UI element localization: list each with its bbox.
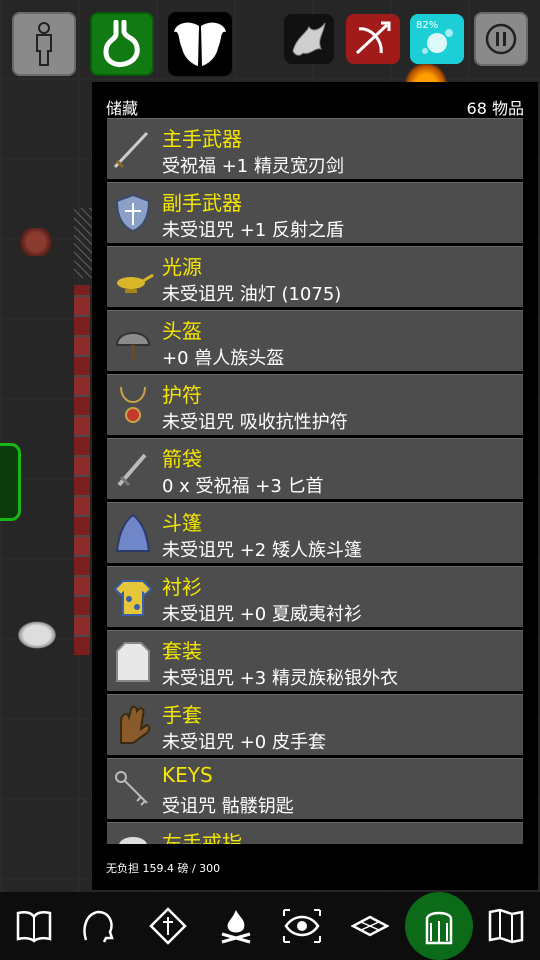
item-description: +0 兽人族头盔 [162,348,285,369]
inventory-item-light-source[interactable]: 光源 未受诅咒 油灯 (1075) [107,246,523,307]
inventory-title: 储藏 [106,99,139,118]
inventory-item-amulet[interactable]: 护符 未受诅咒 吸收抗性护符 [107,374,523,435]
pause-button[interactable] [474,12,528,66]
shirt-icon [111,575,155,619]
item-slot-label: 光源 [162,255,202,279]
item-description: 未受诅咒 +0 夏威夷衬衫 [162,604,362,625]
monster-sprite [18,228,54,256]
bones-pile [16,620,58,650]
map-layer-button[interactable] [348,904,392,948]
polymorph-status-button[interactable] [284,14,334,64]
item-description: 0 x 受祝福 +3 匕首 [162,476,324,497]
gloves-icon [111,703,155,747]
inventory-item-helmet[interactable]: 头盔 +0 兽人族头盔 [107,310,523,371]
character-button[interactable] [12,12,76,76]
compass-icon [149,907,187,945]
item-slot-label: 衬衫 [162,575,202,599]
bow-arrow-icon [355,21,391,55]
inventory-button[interactable] [405,892,473,960]
item-description: 未受诅咒 吸收抗性护符 [162,412,348,433]
item-description: 未受诅咒 +1 反射之盾 [162,220,344,241]
ring-icon [111,831,155,844]
inventory-item-main-hand[interactable]: 主手武器 受祝福 +1 精灵宽刃剑 [107,118,523,179]
backpack-icon [425,911,453,945]
amulet-icon [111,383,155,427]
look-button[interactable] [280,904,324,948]
inventory-item-keys[interactable]: KEYS 受诅咒 骷髅钥匙 [107,758,523,819]
lamp-icon [111,255,155,299]
item-description: 未受诅咒 油灯 (1075) [162,284,342,305]
encumbrance-status: 无负担 159.4 磅 / 300 [106,862,221,875]
wings-icon [174,22,226,66]
inventory-item-gloves[interactable]: 手套 未受诅咒 +0 皮手套 [107,694,523,755]
item-description: 未受诅咒 +0 皮手套 [162,732,326,753]
item-slot-label: 箭袋 [162,447,202,471]
item-description: 未受诅咒 +3 精灵族秘银外衣 [162,668,398,689]
dragon-icon [292,22,326,56]
sword-icon [111,127,155,171]
dungeon-map-button[interactable] [484,904,528,948]
open-door [0,443,21,521]
item-description: 未受诅咒 +2 矮人族斗篷 [162,540,362,561]
spellbook-button[interactable] [12,904,56,948]
layers-icon [351,915,389,937]
item-slot-label: 左手戒指 [162,831,242,844]
item-description: 受诅咒 骷髅钥匙 [162,796,294,817]
item-slot-label: 头盔 [162,319,202,343]
helmet-icon [111,319,155,363]
battery-percent: 82% [416,20,439,31]
eye-icon [283,909,321,943]
item-slot-label: 护符 [162,383,202,407]
map-icon [488,908,524,944]
inventory-header: 储藏 68 物品 [106,96,524,118]
inventory-item-off-hand[interactable]: 副手武器 未受诅咒 +1 反射之盾 [107,182,523,243]
inventory-count: 68 物品 [466,99,524,118]
rest-button[interactable] [214,904,258,948]
item-description: 受祝福 +1 精灵宽刃剑 [162,156,344,177]
stomach-icon [103,20,140,67]
cloak-icon [111,511,155,555]
item-slot-label: 主手武器 [162,127,242,151]
inventory-item-left-ring[interactable]: 左手戒指 [107,822,523,844]
hunger-status-button[interactable] [90,12,154,76]
pause-icon [485,23,517,55]
shield-icon [111,191,155,235]
levitation-status-button[interactable] [168,12,232,76]
search-button[interactable] [76,904,120,948]
item-slot-label: 斗篷 [162,511,202,535]
pray-button[interactable] [146,904,190,948]
fire-arrow-button[interactable] [346,14,400,64]
inventory-item-cloak[interactable]: 斗篷 未受诅咒 +2 矮人族斗篷 [107,502,523,563]
book-icon [16,910,52,943]
mithril-coat-icon [111,639,155,683]
inventory-item-shirt[interactable]: 衬衫 未受诅咒 +0 夏威夷衬衫 [107,566,523,627]
inventory-item-body-armor[interactable]: 套装 未受诅咒 +3 精灵族秘银外衣 [107,630,523,691]
bottom-toolbar [0,892,540,960]
head-silhouette-icon [83,910,114,943]
item-slot-label: 手套 [162,703,202,727]
brick-wall [74,285,90,655]
top-bar: 82% [0,0,540,86]
item-slot-label: 套装 [162,639,202,663]
dagger-icon [111,447,155,491]
inventory-panel: 储藏 68 物品 主手武器 受祝福 +1 精灵宽刃剑 副手武器 未受诅咒 +1 … [92,82,538,890]
battery-status-button[interactable]: 82% [410,14,464,64]
inventory-item-quiver[interactable]: 箭袋 0 x 受祝福 +3 匕首 [107,438,523,499]
key-icon [111,767,155,811]
item-slot-label: 副手武器 [162,191,242,215]
item-slot-label: KEYS [162,763,213,787]
inventory-list[interactable]: 主手武器 受祝福 +1 精灵宽刃剑 副手武器 未受诅咒 +1 反射之盾 光源 未… [107,118,523,844]
campfire-icon [221,910,251,944]
person-icon [36,22,52,66]
spider-web [74,208,92,278]
